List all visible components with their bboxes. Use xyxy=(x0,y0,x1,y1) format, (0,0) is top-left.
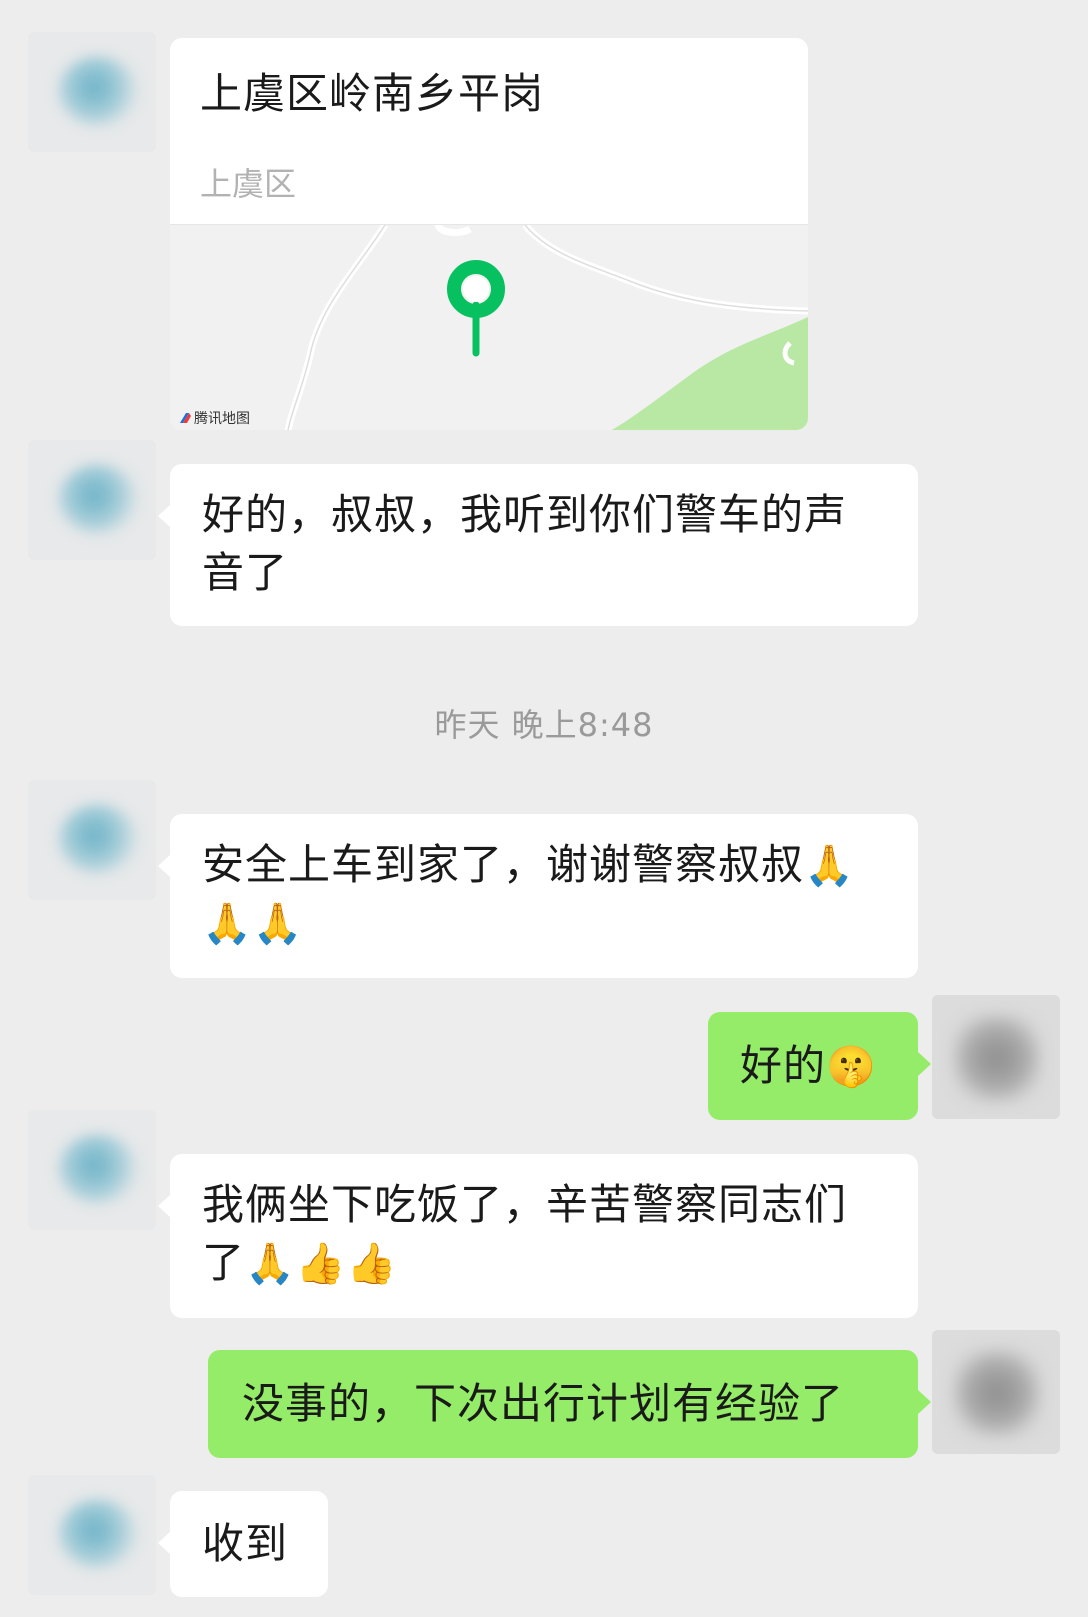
contact-avatar[interactable] xyxy=(28,1110,156,1230)
avatar-image xyxy=(58,464,138,534)
pray-emoji-icon: 🙏🙏 xyxy=(202,901,304,947)
map-credit: 腾讯地图 xyxy=(194,411,250,427)
contact-avatar[interactable] xyxy=(28,32,156,152)
message-text: 了🙏👍👍 xyxy=(202,1238,398,1287)
contact-avatar[interactable] xyxy=(28,780,156,900)
incoming-message[interactable]: 收到 xyxy=(158,1491,328,1597)
self-avatar[interactable] xyxy=(932,995,1060,1119)
message-text: 收到 xyxy=(202,1519,289,1568)
message-text: 安全上车到家了，谢谢警察叔叔🙏 xyxy=(202,840,855,889)
avatar-image xyxy=(58,56,138,126)
location-message-card[interactable]: 上虞区岭南乡平岗 上虞区 腾讯地图 xyxy=(170,38,808,430)
map-image xyxy=(170,222,808,430)
avatar-image xyxy=(952,1348,1042,1438)
avatar-image xyxy=(58,1134,138,1204)
contact-avatar[interactable] xyxy=(28,1475,156,1595)
pray-thumbsup-emoji-icon: 🙏👍👍 xyxy=(245,1241,398,1287)
message-timestamp: 昨天 晚上8:48 xyxy=(434,706,654,744)
message-text: 音了 xyxy=(202,548,289,597)
message-text: 好的，叔叔，我听到你们警车的声 xyxy=(202,490,848,539)
incoming-message[interactable]: 安全上车到家了，谢谢警察叔叔🙏 🙏🙏 xyxy=(158,814,918,978)
pray-emoji-icon: 🙏 xyxy=(804,843,855,889)
location-title: 上虞区岭南乡平岗 xyxy=(200,69,545,118)
message-text: 没事的，下次出行计划有经验了 xyxy=(242,1379,845,1428)
shush-emoji-icon: 🤫 xyxy=(826,1044,877,1090)
incoming-message[interactable]: 好的，叔叔，我听到你们警车的声 音了 xyxy=(158,464,918,626)
incoming-message[interactable]: 我俩坐下吃饭了，辛苦警察同志们 了🙏👍👍 xyxy=(158,1154,918,1318)
message-text: 好的 xyxy=(740,1041,827,1090)
location-subtitle: 上虞区 xyxy=(200,165,297,203)
outgoing-message[interactable]: 没事的，下次出行计划有经验了 xyxy=(208,1350,931,1458)
avatar-image xyxy=(952,1013,1042,1103)
message-text: 🙏🙏 xyxy=(202,894,886,952)
avatar-image xyxy=(58,1499,138,1569)
avatar-image xyxy=(58,804,138,874)
location-map[interactable]: 腾讯地图 xyxy=(170,222,808,430)
contact-avatar[interactable] xyxy=(28,440,156,560)
self-avatar[interactable] xyxy=(932,1330,1060,1454)
outgoing-message[interactable]: 好的🤫 xyxy=(708,1012,931,1120)
message-text: 我俩坐下吃饭了，辛苦警察同志们 xyxy=(202,1180,848,1229)
